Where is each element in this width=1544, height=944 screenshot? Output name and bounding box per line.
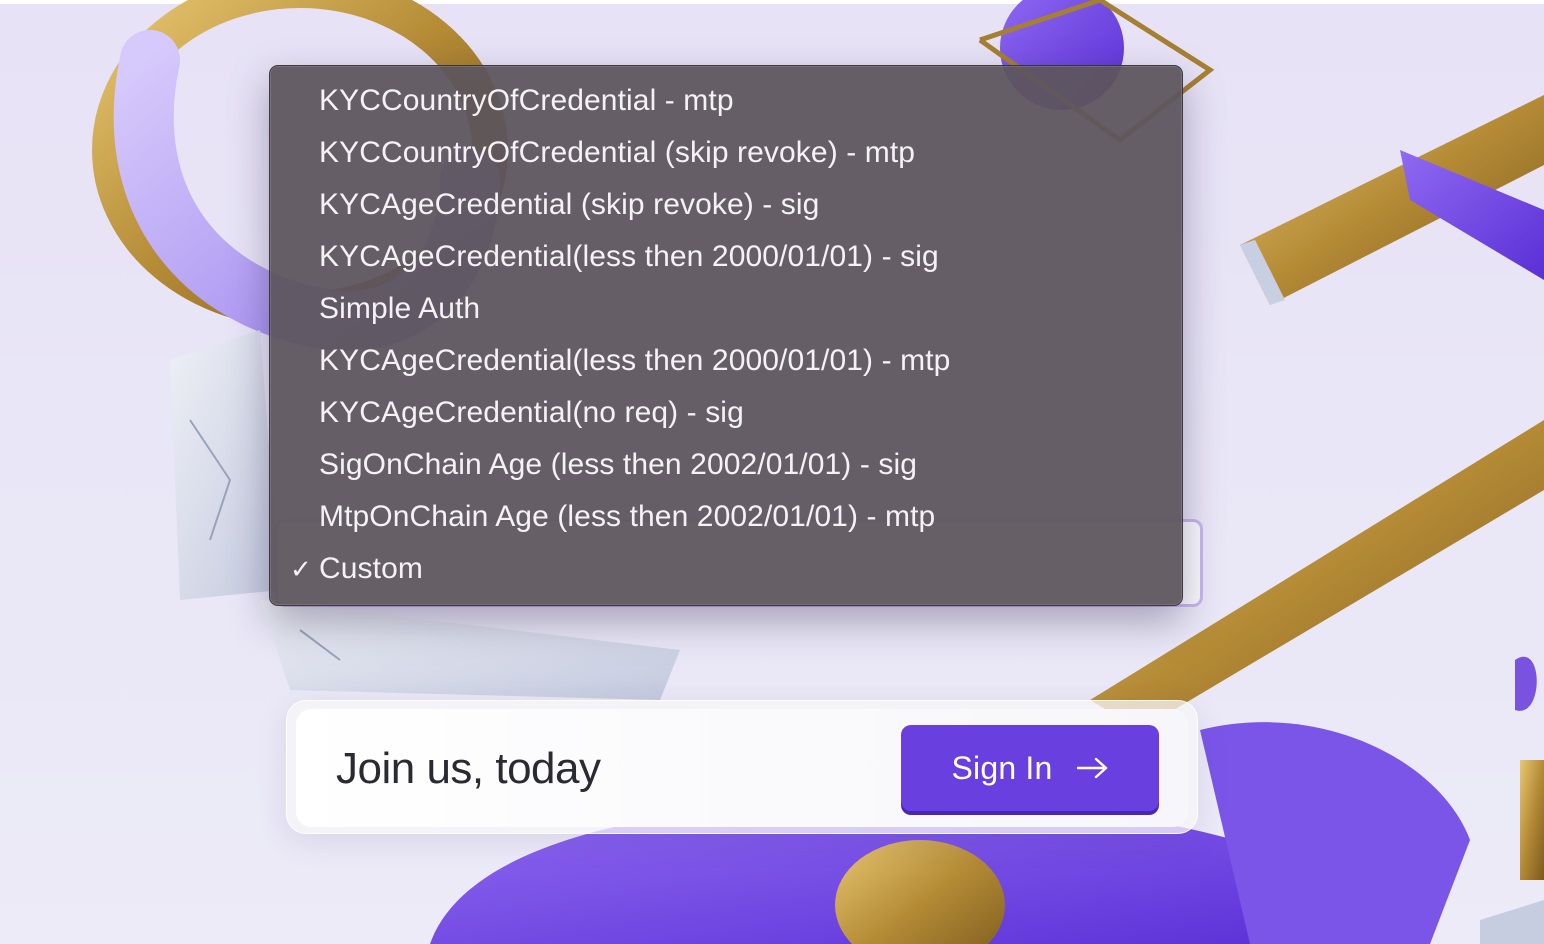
dropdown-option[interactable]: KYCCountryOfCredential - mtp	[270, 75, 1182, 127]
credential-dropdown-menu: KYCCountryOfCredential - mtp KYCCountryO…	[269, 65, 1183, 606]
join-card-inner: Join us, today Sign In	[296, 709, 1188, 827]
dropdown-option[interactable]: KYCCountryOfCredential (skip revoke) - m…	[270, 127, 1182, 179]
dropdown-option[interactable]: KYCAgeCredential (skip revoke) - sig	[270, 179, 1182, 231]
dropdown-option-label: Simple Auth	[319, 292, 481, 325]
dropdown-option-label: KYCAgeCredential (skip revoke) - sig	[319, 188, 820, 221]
dropdown-option[interactable]: Simple Auth	[270, 283, 1182, 335]
dropdown-option-label: Custom	[319, 552, 423, 585]
dropdown-option-label: SigOnChain Age (less then 2002/01/01) - …	[319, 448, 918, 481]
dropdown-option-label: MtpOnChain Age (less then 2002/01/01) - …	[319, 500, 936, 533]
dropdown-option[interactable]: KYCAgeCredential(less then 2000/01/01) -…	[270, 335, 1182, 387]
sign-in-button[interactable]: Sign In	[901, 725, 1159, 811]
dropdown-option-label: KYCAgeCredential(less then 2000/01/01) -…	[319, 240, 939, 273]
check-icon: ✓	[290, 554, 312, 584]
dropdown-option-label: KYCCountryOfCredential (skip revoke) - m…	[319, 136, 916, 169]
dropdown-option-label: KYCCountryOfCredential - mtp	[319, 84, 734, 117]
join-card: Join us, today Sign In	[286, 700, 1198, 834]
dropdown-option-selected[interactable]: ✓ Custom	[270, 543, 1182, 595]
arrow-right-icon	[1076, 757, 1107, 779]
join-heading: Join us, today	[336, 744, 601, 793]
sign-in-label: Sign In	[951, 749, 1053, 786]
dropdown-option[interactable]: KYCAgeCredential(less then 2000/01/01) -…	[270, 231, 1182, 283]
dropdown-option[interactable]: SigOnChain Age (less then 2002/01/01) - …	[270, 439, 1182, 491]
dropdown-option-label: KYCAgeCredential(less then 2000/01/01) -…	[319, 344, 951, 377]
dropdown-option[interactable]: KYCAgeCredential(no req) - sig	[270, 387, 1182, 439]
dropdown-option[interactable]: MtpOnChain Age (less then 2002/01/01) - …	[270, 491, 1182, 543]
dropdown-option-label: KYCAgeCredential(no req) - sig	[319, 396, 744, 429]
